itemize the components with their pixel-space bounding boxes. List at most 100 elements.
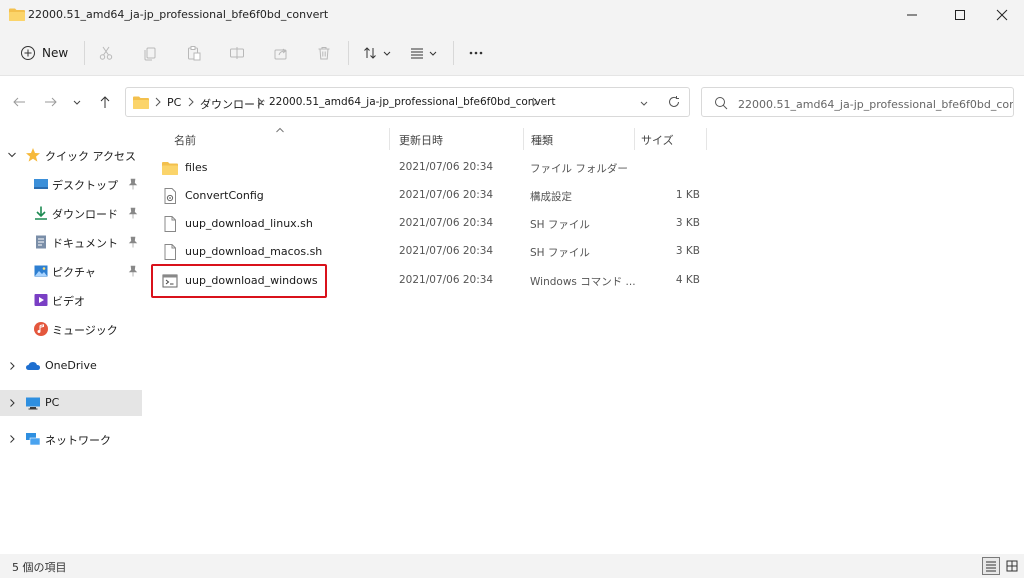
sidebar-item-label: デスクトップ (52, 179, 118, 192)
document-icon (36, 235, 46, 249)
toolbar-divider (84, 41, 85, 65)
back-button[interactable] (10, 93, 28, 111)
search-box[interactable]: 22000.51_amd64_ja-jp_professional_bfe6f0… (701, 87, 1014, 117)
sidebar-item-label: ネットワーク (45, 434, 111, 447)
file-list: 名前 更新日時 種類 サイズ files 2021/07/06 20:34 ファ… (145, 126, 1024, 554)
column-header-name[interactable]: 名前 (174, 132, 196, 148)
view-button[interactable] (406, 42, 442, 64)
address-bar[interactable]: PC ダウンロード 22000.51_amd64_ja-jp_professio… (125, 87, 690, 117)
sidebar-item-onedrive[interactable]: OneDrive (0, 353, 142, 379)
more-button[interactable] (465, 42, 487, 64)
rename-button[interactable] (226, 42, 248, 64)
sidebar-item-music[interactable]: ミュージック (0, 316, 142, 342)
share-icon (274, 48, 287, 60)
sidebar-item-label: ミュージック (52, 324, 118, 337)
file-size: 1 KB (675, 189, 700, 201)
folder-icon (162, 162, 178, 175)
file-row[interactable]: uup_download_linux.sh 2021/07/06 20:34 S… (150, 210, 850, 238)
file-date: 2021/07/06 20:34 (399, 274, 494, 286)
share-button[interactable] (270, 42, 292, 64)
file-name: ConvertConfig (185, 189, 264, 202)
navigation-pane: クイック アクセス デスクトップ ダウンロード ドキュメント ピクチャ ビデオ … (0, 126, 145, 554)
arrow-left-icon (13, 97, 25, 107)
file-type: Windows コマンド ... (530, 276, 636, 288)
desktop-icon (34, 179, 48, 189)
file-date: 2021/07/06 20:34 (399, 161, 494, 173)
window-title: 22000.51_amd64_ja-jp_professional_bfe6f0… (28, 8, 329, 21)
recent-locations-button[interactable] (68, 93, 86, 111)
cut-button[interactable] (95, 42, 117, 64)
delete-button[interactable] (313, 42, 335, 64)
copy-button[interactable] (139, 42, 161, 64)
toolbar-divider (348, 41, 349, 65)
title-bar: 22000.51_amd64_ja-jp_professional_bfe6f0… (0, 0, 1024, 30)
sidebar-item-quick-access[interactable]: クイック アクセス (0, 142, 142, 168)
copy-icon (144, 47, 156, 61)
file-row[interactable]: ConvertConfig 2021/07/06 20:34 構成設定 1 KB (150, 182, 850, 210)
column-divider[interactable] (523, 128, 524, 150)
tiles-view-icon (1006, 560, 1018, 572)
paste-button[interactable] (183, 42, 205, 64)
highlight-box (151, 264, 327, 298)
new-button-label: New (42, 46, 69, 60)
paste-icon (188, 46, 201, 61)
breadcrumb-pc[interactable]: PC (167, 96, 181, 109)
sidebar-item-videos[interactable]: ビデオ (0, 287, 142, 313)
cut-icon (99, 46, 113, 60)
column-header-type[interactable]: 種類 (531, 132, 553, 148)
chevron-down-icon[interactable] (639, 98, 649, 108)
details-view-button[interactable] (982, 557, 1000, 575)
sidebar-item-desktop[interactable]: デスクトップ (0, 171, 142, 197)
file-row[interactable]: uup_download_macos.sh 2021/07/06 20:34 S… (150, 238, 850, 266)
sort-icon (364, 47, 391, 59)
sidebar-item-downloads[interactable]: ダウンロード (0, 200, 142, 226)
minimize-button[interactable] (890, 0, 934, 30)
picture-icon (34, 265, 48, 277)
file-row[interactable]: files 2021/07/06 20:34 ファイル フォルダー (150, 154, 850, 182)
search-placeholder: 22000.51_amd64_ja-jp_professional_bfe6f0… (738, 98, 1013, 111)
details-view-icon (986, 561, 996, 572)
sidebar-item-network[interactable]: ネットワーク (0, 426, 142, 452)
file-name: files (185, 161, 208, 174)
file-type: SH ファイル (530, 247, 590, 259)
sort-button[interactable] (360, 42, 396, 64)
minimize-icon (907, 14, 917, 16)
up-button[interactable] (96, 93, 114, 111)
download-icon (35, 206, 47, 220)
cloud-icon (26, 362, 40, 370)
column-divider[interactable] (634, 128, 635, 150)
chevron-right-icon (532, 97, 538, 107)
column-divider[interactable] (389, 128, 390, 150)
music-icon (34, 322, 48, 336)
file-size: 3 KB (675, 217, 700, 229)
breadcrumb-current-folder[interactable]: 22000.51_amd64_ja-jp_professional_bfe6f0… (269, 96, 556, 108)
maximize-icon (955, 10, 965, 20)
pin-icon (128, 236, 138, 248)
file-icon (164, 244, 176, 260)
file-size: 3 KB (675, 245, 700, 257)
toolbar-divider (453, 41, 454, 65)
refresh-icon[interactable] (667, 95, 681, 109)
file-date: 2021/07/06 20:34 (399, 189, 494, 201)
close-button[interactable] (980, 0, 1024, 30)
folder-icon (9, 8, 25, 21)
column-divider[interactable] (706, 128, 707, 150)
new-button[interactable]: New (16, 41, 72, 65)
sidebar-item-pictures[interactable]: ピクチャ (0, 258, 142, 284)
file-name: uup_download_linux.sh (185, 217, 313, 230)
sidebar-item-documents[interactable]: ドキュメント (0, 229, 142, 255)
rename-icon (230, 47, 244, 59)
chevron-down-icon (73, 100, 81, 105)
column-header-size[interactable]: サイズ (641, 132, 674, 148)
tiles-view-button[interactable] (1003, 557, 1021, 575)
sidebar-item-label: ダウンロード (52, 208, 118, 221)
chevron-right-icon (155, 97, 161, 107)
pin-icon (128, 178, 138, 190)
plus-circle-icon (21, 46, 35, 60)
column-header-date[interactable]: 更新日時 (399, 132, 443, 148)
forward-button[interactable] (42, 93, 60, 111)
sidebar-item-pc[interactable]: PC (0, 390, 142, 416)
maximize-button[interactable] (938, 0, 982, 30)
computer-icon (26, 397, 40, 410)
chevron-right-icon (10, 435, 15, 443)
